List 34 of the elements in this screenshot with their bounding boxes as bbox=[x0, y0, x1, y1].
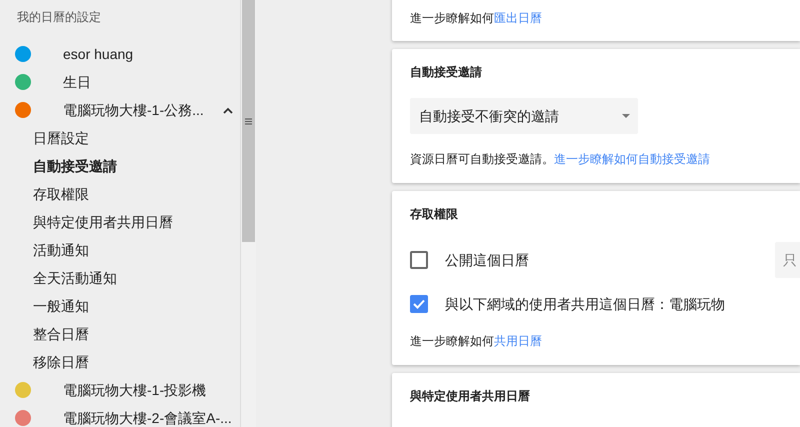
help-text: 資源日曆可自動接受邀請。進一步瞭解如何自動接受邀請 bbox=[410, 151, 711, 168]
help-text: 進一步瞭解如何匯出日曆 bbox=[410, 10, 543, 27]
help-link[interactable]: 共用日曆 bbox=[494, 334, 542, 348]
settings-link[interactable]: 全天活動通知 bbox=[0, 264, 240, 292]
calendar-item[interactable]: 電腦玩物大樓-1-公務... bbox=[0, 96, 240, 124]
help-link[interactable]: 進一步瞭解如何自動接受邀請 bbox=[554, 152, 710, 166]
section-title: 自動接受邀請 bbox=[410, 64, 483, 80]
settings-link[interactable]: 活動通知 bbox=[0, 236, 240, 264]
dropdown-caret-icon bbox=[622, 114, 630, 118]
checkbox-label: 公開這個日曆 bbox=[445, 250, 530, 270]
grip-icon bbox=[245, 118, 252, 124]
checkbox[interactable] bbox=[410, 295, 428, 313]
scrollbar-thumb[interactable] bbox=[242, 0, 255, 242]
checkbox-label: 與以下網域的使用者共用這個日曆：電腦玩物 bbox=[445, 294, 726, 314]
calendar-item[interactable]: 電腦玩物大樓-1-投影機 bbox=[0, 376, 240, 404]
section-title: 與特定使用者共用日曆 bbox=[410, 388, 531, 404]
settings-link[interactable]: 存取權限 bbox=[0, 180, 240, 208]
calendar-item[interactable]: 電腦玩物大樓-2-會議室A-... bbox=[0, 404, 240, 427]
section-title: 存取權限 bbox=[410, 206, 459, 222]
collapse-chevron-icon[interactable] bbox=[223, 106, 233, 114]
help-text: 進一步瞭解如何共用日曆 bbox=[410, 333, 543, 350]
calendar-item[interactable]: esor huang bbox=[0, 40, 240, 68]
sidebar-heading: 我的日曆的設定 bbox=[16, 9, 102, 26]
settings-link[interactable]: 整合日曆 bbox=[0, 320, 240, 348]
help-link[interactable]: 匯出日曆 bbox=[494, 11, 542, 25]
settings-link[interactable]: 移除日曆 bbox=[0, 348, 240, 376]
checkbox[interactable] bbox=[410, 251, 428, 269]
scrollbar[interactable] bbox=[240, 0, 256, 427]
settings-link[interactable]: 與特定使用者共用日曆 bbox=[0, 208, 240, 236]
settings-link[interactable]: 自動接受邀請 bbox=[0, 152, 240, 180]
auto-accept-dropdown[interactable]: 自動接受不衝突的邀請 bbox=[410, 98, 638, 134]
settings-link[interactable]: 日曆設定 bbox=[0, 124, 240, 152]
settings-link[interactable]: 一般通知 bbox=[0, 292, 240, 320]
calendar-item[interactable]: 生日 bbox=[0, 68, 240, 96]
